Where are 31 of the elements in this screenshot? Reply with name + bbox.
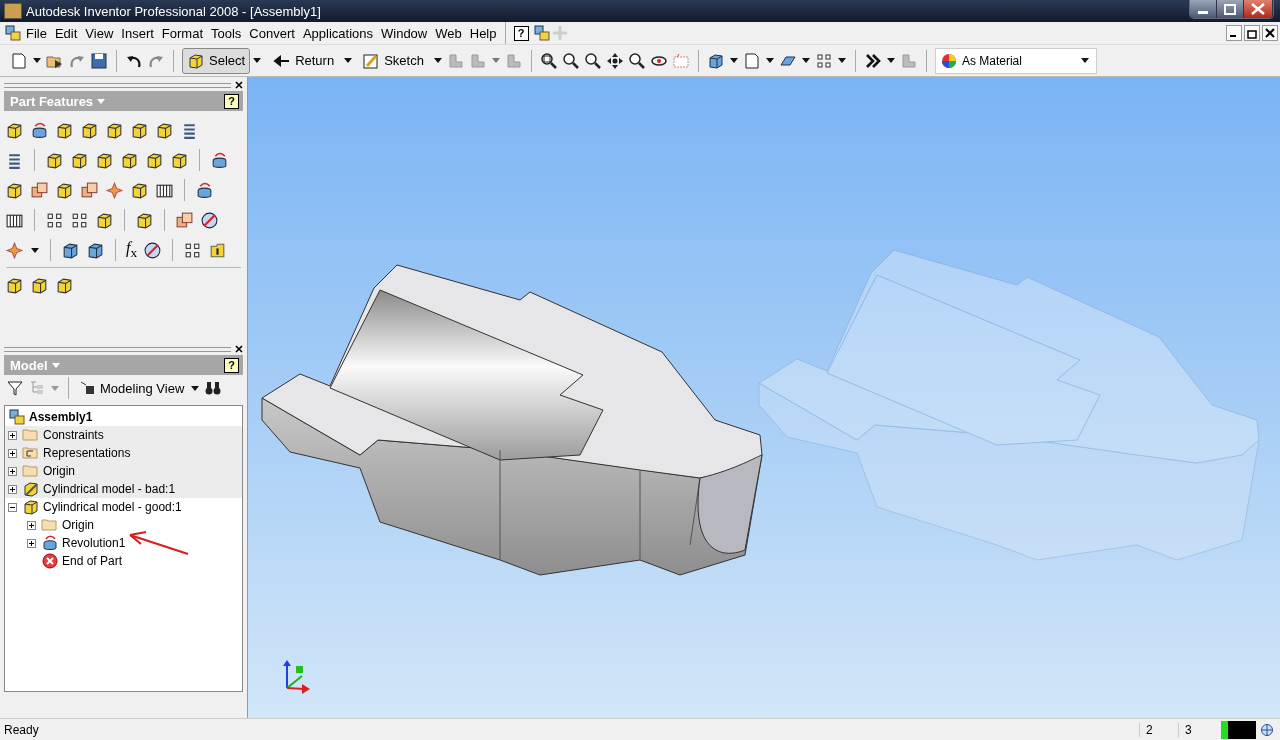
menu-item[interactable]: Window [377, 25, 432, 41]
function-button[interactable]: f$_{x}$ [126, 238, 138, 262]
dropdown-value: As Material [961, 53, 1023, 68]
help-button[interactable]: ? [224, 357, 239, 373]
color-style-dropdown[interactable]: As Material [934, 47, 1097, 74]
menu-item[interactable]: Convert [245, 25, 299, 41]
menu-item[interactable]: Insert [117, 25, 158, 41]
view-dropdown[interactable]: Modeling View [77, 379, 187, 397]
return-button[interactable]: Return [268, 47, 340, 74]
status-field: 3 [1178, 723, 1217, 737]
menu-item[interactable]: File [22, 25, 51, 41]
tree-item[interactable]: Cylindrical model - good:1 [43, 500, 182, 514]
tree-item[interactable]: End of Part [62, 554, 123, 568]
tree-item[interactable]: Origin [62, 518, 94, 532]
window-title: Autodesk Inventor Professional 2008 - [Assembly1] [26, 3, 322, 19]
sketch-button[interactable]: Sketch [357, 47, 429, 74]
status-message: Ready [3, 723, 39, 737]
menu-item[interactable]: Tools [207, 25, 246, 41]
menu-item[interactable]: Edit [50, 25, 82, 41]
status-field: 2 [1139, 723, 1178, 737]
menu-item[interactable]: Help [465, 25, 501, 41]
tree-item[interactable]: Revolution1 [62, 536, 126, 550]
help-button[interactable]: ? [224, 93, 239, 109]
select-button[interactable]: Select [182, 47, 251, 74]
menu-item[interactable]: View [81, 25, 118, 41]
menu-item[interactable]: Web [431, 25, 466, 41]
tree-item[interactable]: Origin [43, 464, 75, 478]
help-button[interactable]: ? [513, 25, 529, 41]
menu-item[interactable]: Applications [298, 25, 377, 41]
tree-item[interactable]: Assembly1 [29, 410, 93, 424]
menu-item[interactable]: Format [157, 25, 207, 41]
